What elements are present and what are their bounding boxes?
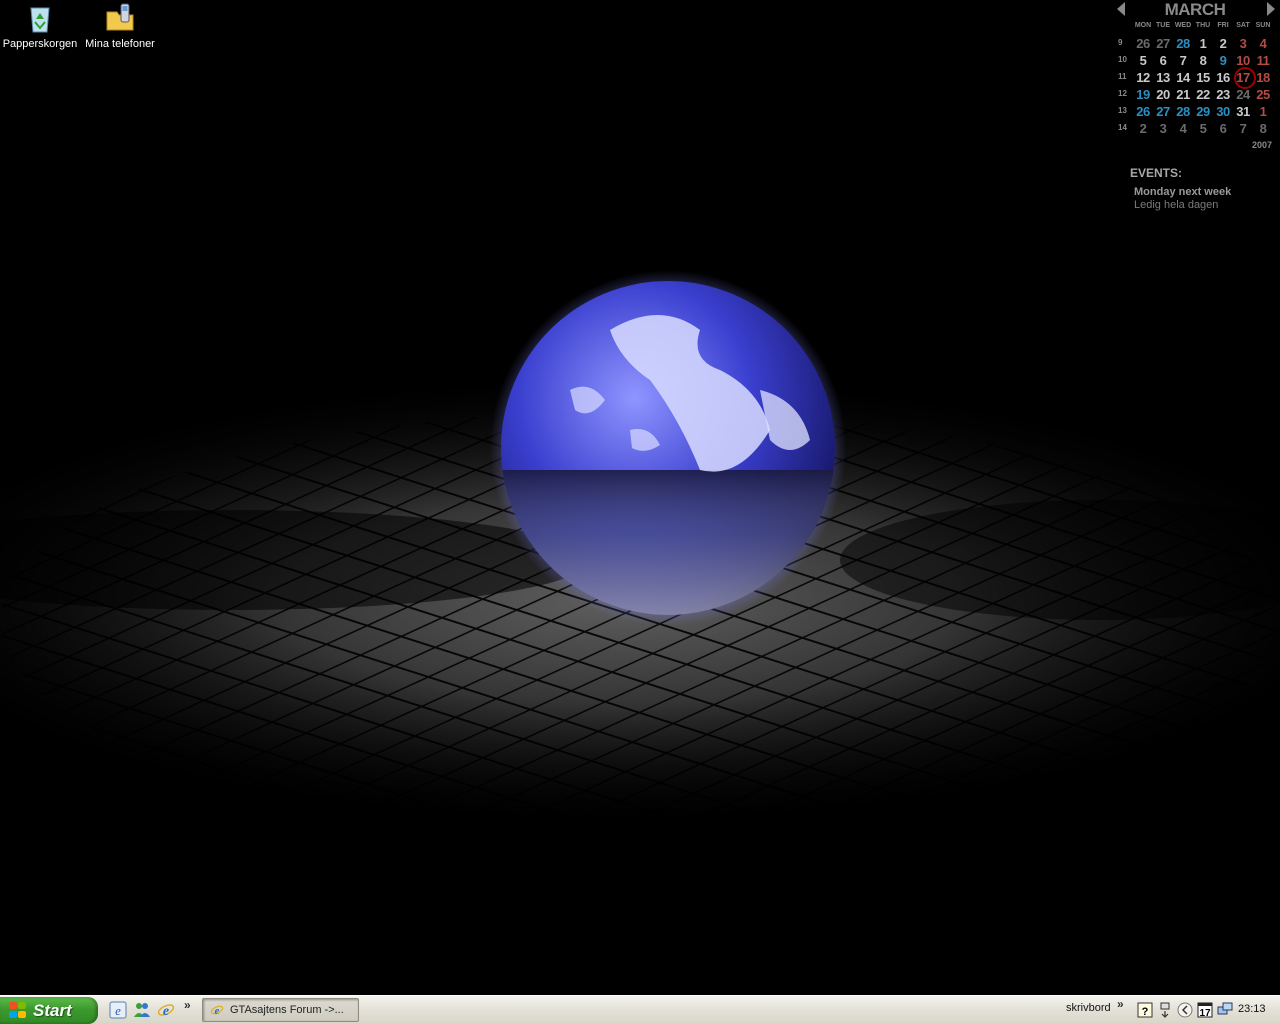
events-title: EVENTS:	[1130, 166, 1183, 180]
svg-text:e: e	[163, 1004, 169, 1019]
calendar-day[interactable]: 5	[1133, 53, 1153, 68]
recycle-bin-icon	[30, 7, 50, 33]
desktop-toolbar-chevron-icon[interactable]: »	[1117, 997, 1124, 1011]
ie-icon[interactable]: e	[109, 1001, 127, 1019]
start-button[interactable]: Start	[0, 997, 98, 1024]
calendar-week-number: 11	[1118, 72, 1127, 81]
calendar-day[interactable]: 1	[1193, 36, 1213, 51]
calendar-day[interactable]: 7	[1173, 53, 1193, 68]
calendar-day[interactable]: 2	[1133, 121, 1153, 136]
calendar-day[interactable]: 7	[1233, 121, 1253, 136]
calendar-widget: MARCH MON TUE WED THU FRI SAT SUN 9 26 27 28 1 2 3 4 1…	[1112, 0, 1280, 155]
calendar-day[interactable]: 25	[1253, 87, 1273, 102]
calendar-day[interactable]: 2	[1213, 36, 1233, 51]
windows-logo-icon	[9, 1002, 27, 1019]
calendar-day[interactable]: 8	[1253, 121, 1273, 136]
calendar-day[interactable]: 26	[1133, 36, 1153, 51]
calendar-day[interactable]: 16	[1213, 70, 1233, 85]
messenger-icon[interactable]	[133, 1001, 151, 1019]
calendar-day[interactable]: 9	[1213, 53, 1233, 68]
calendar-day[interactable]: 10	[1233, 53, 1253, 68]
calendar-day-header: SAT	[1236, 22, 1250, 29]
calendar-day[interactable]: 23	[1213, 87, 1233, 102]
calendar-day[interactable]: 12	[1133, 70, 1153, 85]
calendar-day[interactable]: 11	[1253, 53, 1273, 68]
clock[interactable]: 23:13	[1238, 1003, 1266, 1015]
calendar-day[interactable]: 21	[1173, 87, 1193, 102]
calendar-tray-icon[interactable]: 17	[1197, 1002, 1213, 1018]
calendar-day[interactable]: 8	[1193, 53, 1213, 68]
calendar-day[interactable]: 13	[1153, 70, 1173, 85]
calendar-week-number: 13	[1118, 106, 1127, 115]
calendar-day-header: WED	[1174, 22, 1192, 29]
calendar-day-header: TUE	[1156, 22, 1170, 29]
svg-text:17: 17	[1199, 1008, 1211, 1018]
network-monitor-icon[interactable]	[1217, 1002, 1233, 1018]
desktop-icon-recycle-bin[interactable]: Papperskorgen	[0, 2, 80, 50]
calendar-day[interactable]: 4	[1253, 36, 1273, 51]
taskbar-item[interactable]: e GTAsajtens Forum ->...	[202, 998, 359, 1022]
svg-text:e: e	[215, 1005, 220, 1017]
network-icon[interactable]	[1157, 1002, 1173, 1018]
calendar-day[interactable]: 6	[1153, 53, 1173, 68]
calendar-day[interactable]: 15	[1193, 70, 1213, 85]
quick-launch-chevron-icon[interactable]: »	[184, 998, 191, 1012]
phone-folder-icon	[106, 3, 134, 31]
event-description: Ledig hela dagen	[1134, 199, 1219, 211]
calendar-day[interactable]: 6	[1213, 121, 1233, 136]
ie-icon: e	[210, 1005, 224, 1017]
start-label: Start	[33, 1001, 72, 1020]
calendar-week-number: 12	[1118, 89, 1127, 98]
events-panel: EVENTS: Monday next week Ledig hela dage…	[1130, 166, 1280, 211]
calendar-day[interactable]: 27	[1153, 36, 1173, 51]
calendar-week-number: 14	[1118, 123, 1127, 132]
arrow-icon[interactable]	[1177, 1002, 1193, 1018]
svg-text:?: ?	[1142, 1006, 1149, 1018]
taskbar: Start e e » e GTAsajtens Forum ->... skr…	[0, 995, 1280, 1024]
desktop-toolbar-label[interactable]: skrivbord	[1066, 1002, 1111, 1014]
calendar-week-number: 10	[1118, 55, 1127, 64]
calendar-day[interactable]: 14	[1173, 70, 1193, 85]
svg-text:e: e	[115, 1003, 121, 1018]
ie-icon[interactable]: e	[157, 1001, 175, 1019]
calendar-day[interactable]: 31	[1233, 104, 1253, 119]
calendar-day[interactable]: 22	[1193, 87, 1213, 102]
calendar-day-header: MON	[1134, 22, 1152, 29]
calendar-day[interactable]: 20	[1153, 87, 1173, 102]
calendar-day[interactable]: 19	[1133, 87, 1153, 102]
calendar-day[interactable]: 24	[1233, 87, 1253, 102]
calendar-week-number: 9	[1118, 38, 1123, 47]
calendar-day[interactable]: 26	[1133, 104, 1153, 119]
calendar-day[interactable]: 3	[1153, 121, 1173, 136]
calendar-day[interactable]: 18	[1253, 70, 1273, 85]
calendar-day[interactable]: 27	[1153, 104, 1173, 119]
event-name[interactable]: Monday next week	[1134, 186, 1280, 198]
desktop-icon-phones[interactable]: Mina telefoner	[80, 2, 160, 50]
help-icon[interactable]: ?	[1137, 1002, 1153, 1018]
calendar-day-header: THU	[1195, 22, 1211, 29]
calendar-day[interactable]: 29	[1193, 104, 1213, 119]
calendar-year: 2007	[1252, 140, 1273, 150]
previous-month-arrow-icon[interactable]	[1117, 2, 1125, 16]
calendar-day[interactable]: 28	[1173, 36, 1193, 51]
calendar-day[interactable]: 1	[1253, 104, 1273, 119]
taskbar-item-label: GTAsajtens Forum ->...	[230, 1004, 344, 1016]
calendar-day-header: SUN	[1255, 22, 1271, 29]
desktop-icon-label: Mina telefoner	[85, 38, 155, 50]
calendar-day[interactable]: 4	[1173, 121, 1193, 136]
desktop-icon-label: Papperskorgen	[2, 38, 78, 50]
next-month-arrow-icon[interactable]	[1267, 2, 1275, 16]
calendar-day[interactable]: 30	[1213, 104, 1233, 119]
calendar-day[interactable]: 5	[1193, 121, 1213, 136]
calendar-day-header: FRI	[1217, 22, 1229, 29]
calendar-month: MARCH	[1164, 0, 1226, 19]
desktop-wallpaper	[0, 0, 1280, 995]
calendar-day[interactable]: 28	[1173, 104, 1193, 119]
calendar-day[interactable]: 3	[1233, 36, 1253, 51]
